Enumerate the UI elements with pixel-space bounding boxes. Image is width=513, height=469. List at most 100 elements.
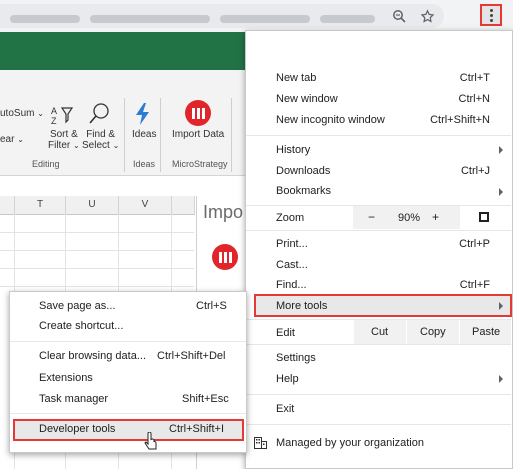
menu-item-label: Settings bbox=[276, 352, 316, 364]
menu-item-downloads[interactable]: Downloads bbox=[276, 165, 330, 177]
menu-item-label: New tab bbox=[276, 72, 317, 84]
menu-item-print[interactable]: Print... bbox=[276, 238, 308, 250]
menu-item-label: Downloads bbox=[276, 165, 331, 177]
column-header-t[interactable]: T bbox=[15, 196, 66, 215]
sort-filter-button[interactable]: Sort & Filter ⌄ bbox=[48, 129, 80, 151]
filter-label: Filter bbox=[48, 140, 71, 151]
submenu-item-save-page[interactable]: Save page as... bbox=[39, 300, 115, 312]
paste-button[interactable]: Paste bbox=[472, 326, 500, 338]
menu-item-new-tab[interactable]: New tab bbox=[276, 72, 316, 84]
shortcut-developer-tools: Ctrl+Shift+I bbox=[169, 423, 225, 435]
submenu-item-label: Extensions bbox=[39, 372, 93, 384]
menu-separator bbox=[246, 135, 511, 136]
menu-item-label: Cast... bbox=[276, 259, 308, 271]
column-header-v[interactable]: V bbox=[119, 196, 172, 215]
column-header[interactable] bbox=[0, 196, 15, 215]
kebab-menu-icon[interactable] bbox=[480, 4, 502, 26]
import-data-button[interactable]: Import Data bbox=[172, 129, 224, 140]
clear-button[interactable]: ear ⌄ bbox=[0, 134, 24, 145]
shortcut-new-incognito: Ctrl+Shift+N bbox=[430, 114, 490, 126]
ideas-button[interactable]: Ideas bbox=[132, 129, 156, 140]
submenu-item-create-shortcut[interactable]: Create shortcut... bbox=[39, 320, 123, 332]
menu-item-new-window[interactable]: New window bbox=[276, 93, 338, 105]
blurred-url-segment bbox=[10, 15, 80, 23]
submenu-item-label: Clear browsing data... bbox=[39, 350, 146, 362]
menu-item-label: Print... bbox=[276, 238, 308, 250]
submenu-item-label: Task manager bbox=[39, 393, 109, 405]
sort-filter-icon: AZ bbox=[50, 104, 74, 129]
address-bar[interactable] bbox=[0, 4, 444, 28]
ribbon-divider bbox=[160, 98, 161, 172]
copy-button[interactable]: Copy bbox=[420, 326, 446, 338]
menu-separator bbox=[10, 341, 246, 342]
grid-line bbox=[0, 286, 194, 287]
shortcut-find: Ctrl+F bbox=[459, 279, 490, 291]
menu-separator bbox=[246, 394, 511, 395]
menu-item-help[interactable]: Help bbox=[276, 373, 299, 385]
ideas-icon bbox=[134, 102, 152, 129]
submenu-item-task-manager[interactable]: Task manager bbox=[39, 393, 108, 405]
chevron-right-icon bbox=[499, 146, 503, 154]
svg-text:Z: Z bbox=[51, 116, 57, 126]
group-label-microstrategy: MicroStrategy bbox=[172, 159, 228, 169]
menu-item-label: Find... bbox=[276, 279, 307, 291]
zoom-in-button[interactable]: + bbox=[432, 210, 439, 224]
menu-separator bbox=[246, 424, 511, 425]
grid-line bbox=[0, 232, 194, 233]
menu-separator bbox=[246, 344, 511, 345]
shortcut-task-manager: Shift+Esc bbox=[182, 393, 229, 405]
menu-item-new-incognito[interactable]: New incognito window bbox=[276, 114, 385, 126]
menu-item-exit[interactable]: Exit bbox=[276, 403, 294, 415]
menu-item-zoom: Zoom bbox=[276, 212, 304, 224]
submenu-item-label: Create shortcut... bbox=[39, 320, 124, 332]
chevron-down-icon: ⌄ bbox=[112, 141, 120, 150]
menu-item-cast[interactable]: Cast... bbox=[276, 259, 308, 271]
menu-item-find[interactable]: Find... bbox=[276, 279, 307, 291]
microstrategy-logo-icon bbox=[212, 244, 238, 270]
submenu-item-extensions[interactable]: Extensions bbox=[39, 372, 93, 384]
submenu-item-label: Save page as... bbox=[39, 300, 116, 312]
ribbon-divider bbox=[231, 98, 232, 172]
menu-item-label: New incognito window bbox=[276, 114, 385, 126]
more-tools-label: More tools bbox=[276, 300, 328, 312]
chevron-right-icon bbox=[499, 375, 503, 383]
menu-separator bbox=[246, 230, 511, 231]
menu-item-bookmarks[interactable]: Bookmarks bbox=[276, 185, 331, 197]
column-header[interactable] bbox=[172, 196, 195, 215]
menu-item-label: Bookmarks bbox=[276, 185, 332, 197]
blurred-url-segment bbox=[90, 15, 210, 23]
select-label: Select bbox=[82, 140, 110, 151]
menu-item-history[interactable]: History bbox=[276, 144, 310, 156]
panel-title: Impo bbox=[203, 202, 244, 222]
menu-item-edit: Edit bbox=[276, 327, 295, 339]
shortcut-downloads: Ctrl+J bbox=[460, 165, 490, 177]
blurred-url-segment bbox=[320, 15, 375, 23]
menu-item-settings[interactable]: Settings bbox=[276, 352, 316, 364]
search-icon bbox=[88, 102, 110, 129]
chevron-right-icon bbox=[499, 188, 503, 196]
find-label: Find & bbox=[86, 129, 116, 140]
mouse-pointer-icon bbox=[144, 431, 158, 455]
zoom-icon[interactable] bbox=[390, 7, 408, 25]
managed-by-org-link[interactable]: Managed by your organization bbox=[276, 437, 424, 449]
grid-line bbox=[0, 268, 194, 269]
managed-label: Managed by your organization bbox=[276, 437, 424, 449]
ribbon-divider bbox=[124, 98, 125, 172]
column-header-u[interactable]: U bbox=[66, 196, 119, 215]
zoom-out-button[interactable]: − bbox=[368, 210, 375, 224]
menu-item-label: History bbox=[276, 144, 311, 156]
fullscreen-icon[interactable] bbox=[479, 212, 489, 222]
star-icon[interactable] bbox=[418, 7, 436, 25]
developer-tools-label: Developer tools bbox=[39, 423, 116, 435]
group-label-editing: Editing bbox=[32, 159, 60, 169]
find-select-button[interactable]: Find & Select ⌄ bbox=[82, 129, 119, 151]
submenu-item-clear-browsing-data[interactable]: Clear browsing data... bbox=[39, 350, 146, 362]
clear-label: ear bbox=[0, 134, 15, 145]
cut-button[interactable]: Cut bbox=[371, 326, 388, 338]
menu-item-label: Zoom bbox=[276, 212, 305, 224]
shortcut-clear-data: Ctrl+Shift+Del bbox=[157, 350, 226, 362]
autosum-button[interactable]: utoSum ⌄ bbox=[0, 108, 44, 119]
shortcut-save-page: Ctrl+S bbox=[196, 300, 227, 312]
blurred-url-segment bbox=[220, 15, 310, 23]
shortcut-print: Ctrl+P bbox=[459, 238, 490, 250]
